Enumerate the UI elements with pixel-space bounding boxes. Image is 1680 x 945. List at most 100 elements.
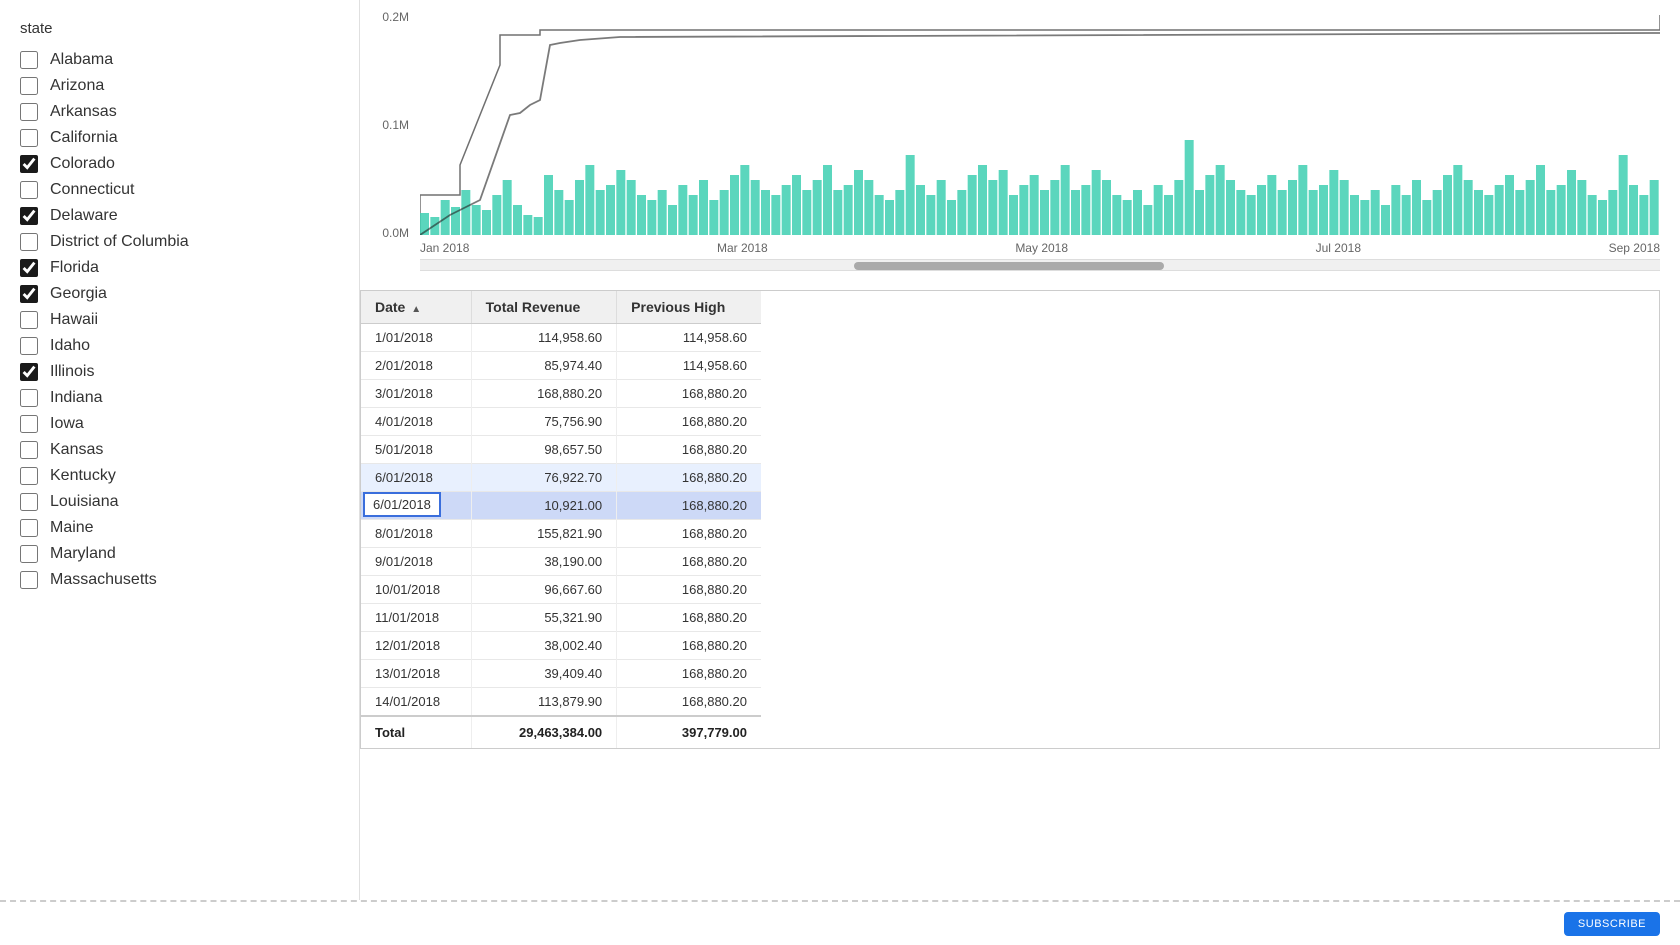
footer-revenue: 29,463,384.00: [471, 716, 617, 748]
checkbox-item-georgia[interactable]: Georgia: [20, 285, 339, 303]
table-row[interactable]: 4/01/201875,756.90168,880.20: [361, 408, 761, 436]
checkbox-item-massachusetts[interactable]: Massachusetts: [20, 571, 339, 589]
checkbox-item-connecticut[interactable]: Connecticut: [20, 181, 339, 199]
cell-prev-high: 168,880.20: [617, 632, 761, 660]
cell-date: 4/01/2018: [361, 408, 471, 436]
checkbox-label-kentucky: Kentucky: [50, 467, 116, 485]
table-row[interactable]: 2/01/201885,974.40114,958.60: [361, 352, 761, 380]
table-row[interactable]: 14/01/2018113,879.90168,880.20: [361, 688, 761, 717]
checkbox-item-california[interactable]: California: [20, 129, 339, 147]
checkbox-louisiana[interactable]: [20, 493, 38, 511]
table-row[interactable]: 5/01/201898,657.50168,880.20: [361, 436, 761, 464]
cell-date: 2/01/2018: [361, 352, 471, 380]
table-row[interactable]: 13/01/201839,409.40168,880.20: [361, 660, 761, 688]
checkbox-district-of-columbia[interactable]: [20, 233, 38, 251]
x-label-jan: Jan 2018: [420, 241, 469, 255]
col-header-revenue[interactable]: Total Revenue: [471, 291, 617, 324]
checkbox-arizona[interactable]: [20, 77, 38, 95]
subscribe-button[interactable]: SUBSCRIBE: [1564, 912, 1660, 936]
checkbox-connecticut[interactable]: [20, 181, 38, 199]
y-label-top: 0.2M: [382, 10, 409, 24]
cell-prev-high: 168,880.20: [617, 436, 761, 464]
checkbox-item-colorado[interactable]: Colorado: [20, 155, 339, 173]
checkbox-item-district-of-columbia[interactable]: District of Columbia: [20, 233, 339, 251]
chart-scrollbar-thumb[interactable]: [854, 262, 1164, 270]
checkbox-indiana[interactable]: [20, 389, 38, 407]
checkbox-item-arkansas[interactable]: Arkansas: [20, 103, 339, 121]
checkbox-maryland[interactable]: [20, 545, 38, 563]
revenue-chart: 0.2M 0.1M 0.0M: [360, 0, 1680, 290]
cell-date: 10/01/2018: [361, 576, 471, 604]
checkbox-item-louisiana[interactable]: Louisiana: [20, 493, 339, 511]
checkbox-label-maryland: Maryland: [50, 545, 116, 563]
checkbox-colorado[interactable]: [20, 155, 38, 173]
checkbox-item-kentucky[interactable]: Kentucky: [20, 467, 339, 485]
checkbox-label-florida: Florida: [50, 259, 99, 277]
col-header-prev-high[interactable]: Previous High: [617, 291, 761, 324]
checkbox-maine[interactable]: [20, 519, 38, 537]
cell-date: 6/01/20186/01/2018: [361, 464, 471, 492]
cell-date: 9/01/2018: [361, 548, 471, 576]
table-row[interactable]: 12/01/201838,002.40168,880.20: [361, 632, 761, 660]
checkbox-kansas[interactable]: [20, 441, 38, 459]
col-header-date[interactable]: Date ▲: [361, 291, 471, 324]
checkbox-item-hawaii[interactable]: Hawaii: [20, 311, 339, 329]
checkbox-arkansas[interactable]: [20, 103, 38, 121]
cell-date: 3/01/2018: [361, 380, 471, 408]
cell-prev-high: 168,880.20: [617, 548, 761, 576]
table-row[interactable]: 1/01/2018114,958.60114,958.60: [361, 324, 761, 352]
checkbox-delaware[interactable]: [20, 207, 38, 225]
checkbox-idaho[interactable]: [20, 337, 38, 355]
cell-date: 12/01/2018: [361, 632, 471, 660]
checkbox-item-idaho[interactable]: Idaho: [20, 337, 339, 355]
state-checkbox-list: Alabama Arizona Arkansas California Colorado…: [20, 51, 339, 589]
cell-date: 1/01/2018: [361, 324, 471, 352]
table-body: 1/01/2018114,958.60114,958.602/01/201885…: [361, 324, 761, 717]
checkbox-item-florida[interactable]: Florida: [20, 259, 339, 277]
checkbox-kentucky[interactable]: [20, 467, 38, 485]
chart-y-axis: 0.2M 0.1M 0.0M: [360, 10, 415, 240]
cell-revenue: 76,922.70: [471, 464, 617, 492]
checkbox-item-maine[interactable]: Maine: [20, 519, 339, 537]
checkbox-florida[interactable]: [20, 259, 38, 277]
cell-date: 11/01/2018: [361, 604, 471, 632]
chart-bars: [420, 15, 1660, 235]
checkbox-item-arizona[interactable]: Arizona: [20, 77, 339, 95]
checkbox-massachusetts[interactable]: [20, 571, 38, 589]
revenue-table: Date ▲ Total Revenue Previous High 1/01/…: [361, 291, 761, 748]
checkbox-item-alabama[interactable]: Alabama: [20, 51, 339, 69]
footer-prev-high: 397,779.00: [617, 716, 761, 748]
x-label-may: May 2018: [1015, 241, 1068, 255]
chart-scrollbar[interactable]: [420, 259, 1660, 271]
checkbox-item-maryland[interactable]: Maryland: [20, 545, 339, 563]
checkbox-label-georgia: Georgia: [50, 285, 107, 303]
bottom-bar: SUBSCRIBE: [0, 900, 1680, 945]
checkbox-item-indiana[interactable]: Indiana: [20, 389, 339, 407]
sidebar-title: state: [20, 20, 339, 37]
checkbox-label-hawaii: Hawaii: [50, 311, 98, 329]
x-label-sep: Sep 2018: [1609, 241, 1660, 255]
checkbox-california[interactable]: [20, 129, 38, 147]
table-row[interactable]: 11/01/201855,321.90168,880.20: [361, 604, 761, 632]
checkbox-iowa[interactable]: [20, 415, 38, 433]
cell-prev-high: 168,880.20: [617, 604, 761, 632]
checkbox-label-alabama: Alabama: [50, 51, 113, 69]
checkbox-item-iowa[interactable]: Iowa: [20, 415, 339, 433]
cell-revenue: 75,756.90: [471, 408, 617, 436]
checkbox-item-delaware[interactable]: Delaware: [20, 207, 339, 225]
table-row[interactable]: 3/01/2018168,880.20168,880.20: [361, 380, 761, 408]
checkbox-label-delaware: Delaware: [50, 207, 118, 225]
checkbox-georgia[interactable]: [20, 285, 38, 303]
table-row[interactable]: 9/01/201838,190.00168,880.20: [361, 548, 761, 576]
checkbox-hawaii[interactable]: [20, 311, 38, 329]
checkbox-item-illinois[interactable]: Illinois: [20, 363, 339, 381]
table-row[interactable]: 10/01/201896,667.60168,880.20: [361, 576, 761, 604]
checkbox-illinois[interactable]: [20, 363, 38, 381]
cell-prev-high: 168,880.20: [617, 492, 761, 520]
cell-revenue: 85,974.40: [471, 352, 617, 380]
cell-prev-high: 114,958.60: [617, 324, 761, 352]
checkbox-item-kansas[interactable]: Kansas: [20, 441, 339, 459]
table-row[interactable]: 6/01/20186/01/201876,922.70168,880.20: [361, 464, 761, 492]
checkbox-alabama[interactable]: [20, 51, 38, 69]
table-row[interactable]: 8/01/2018155,821.90168,880.20: [361, 520, 761, 548]
